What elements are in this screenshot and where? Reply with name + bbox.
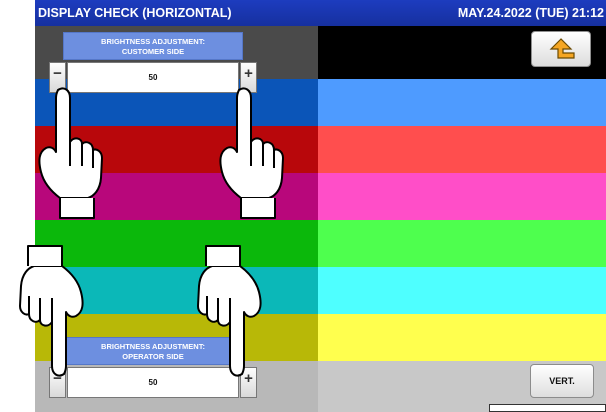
page-title: DISPLAY CHECK (HORIZONTAL) [38,6,232,20]
vertical-mode-button[interactable]: VERT. [530,364,594,398]
back-button[interactable] [531,31,591,67]
pointing-hand-icon [219,87,284,219]
title-bar: DISPLAY CHECK (HORIZONTAL) MAY.24.2022 (… [35,0,606,26]
display-check-screen: DISPLAY CHECK (HORIZONTAL) MAY.24.2022 (… [35,0,606,412]
color-band-right [318,220,606,267]
datetime: MAY.24.2022 (TUE) 21:12 [457,6,604,20]
color-band-right [318,79,606,126]
status-box [489,404,606,412]
pointing-hand-icon [38,87,103,219]
customer-panel-title-line1: BRIGHTNESS ADJUSTMENT: [101,37,205,46]
customer-panel-title-line2: CUSTOMER SIDE [121,47,185,56]
color-band-right [318,314,606,361]
color-band-right [318,126,606,173]
color-band-right [318,173,606,220]
customer-panel-title: BRIGHTNESS ADJUSTMENT: CUSTOMER SIDE [63,32,243,60]
return-arrow-icon [549,38,575,59]
pointing-hand-icon [197,245,262,377]
pointing-hand-icon [19,245,84,377]
color-band-right [318,267,606,314]
